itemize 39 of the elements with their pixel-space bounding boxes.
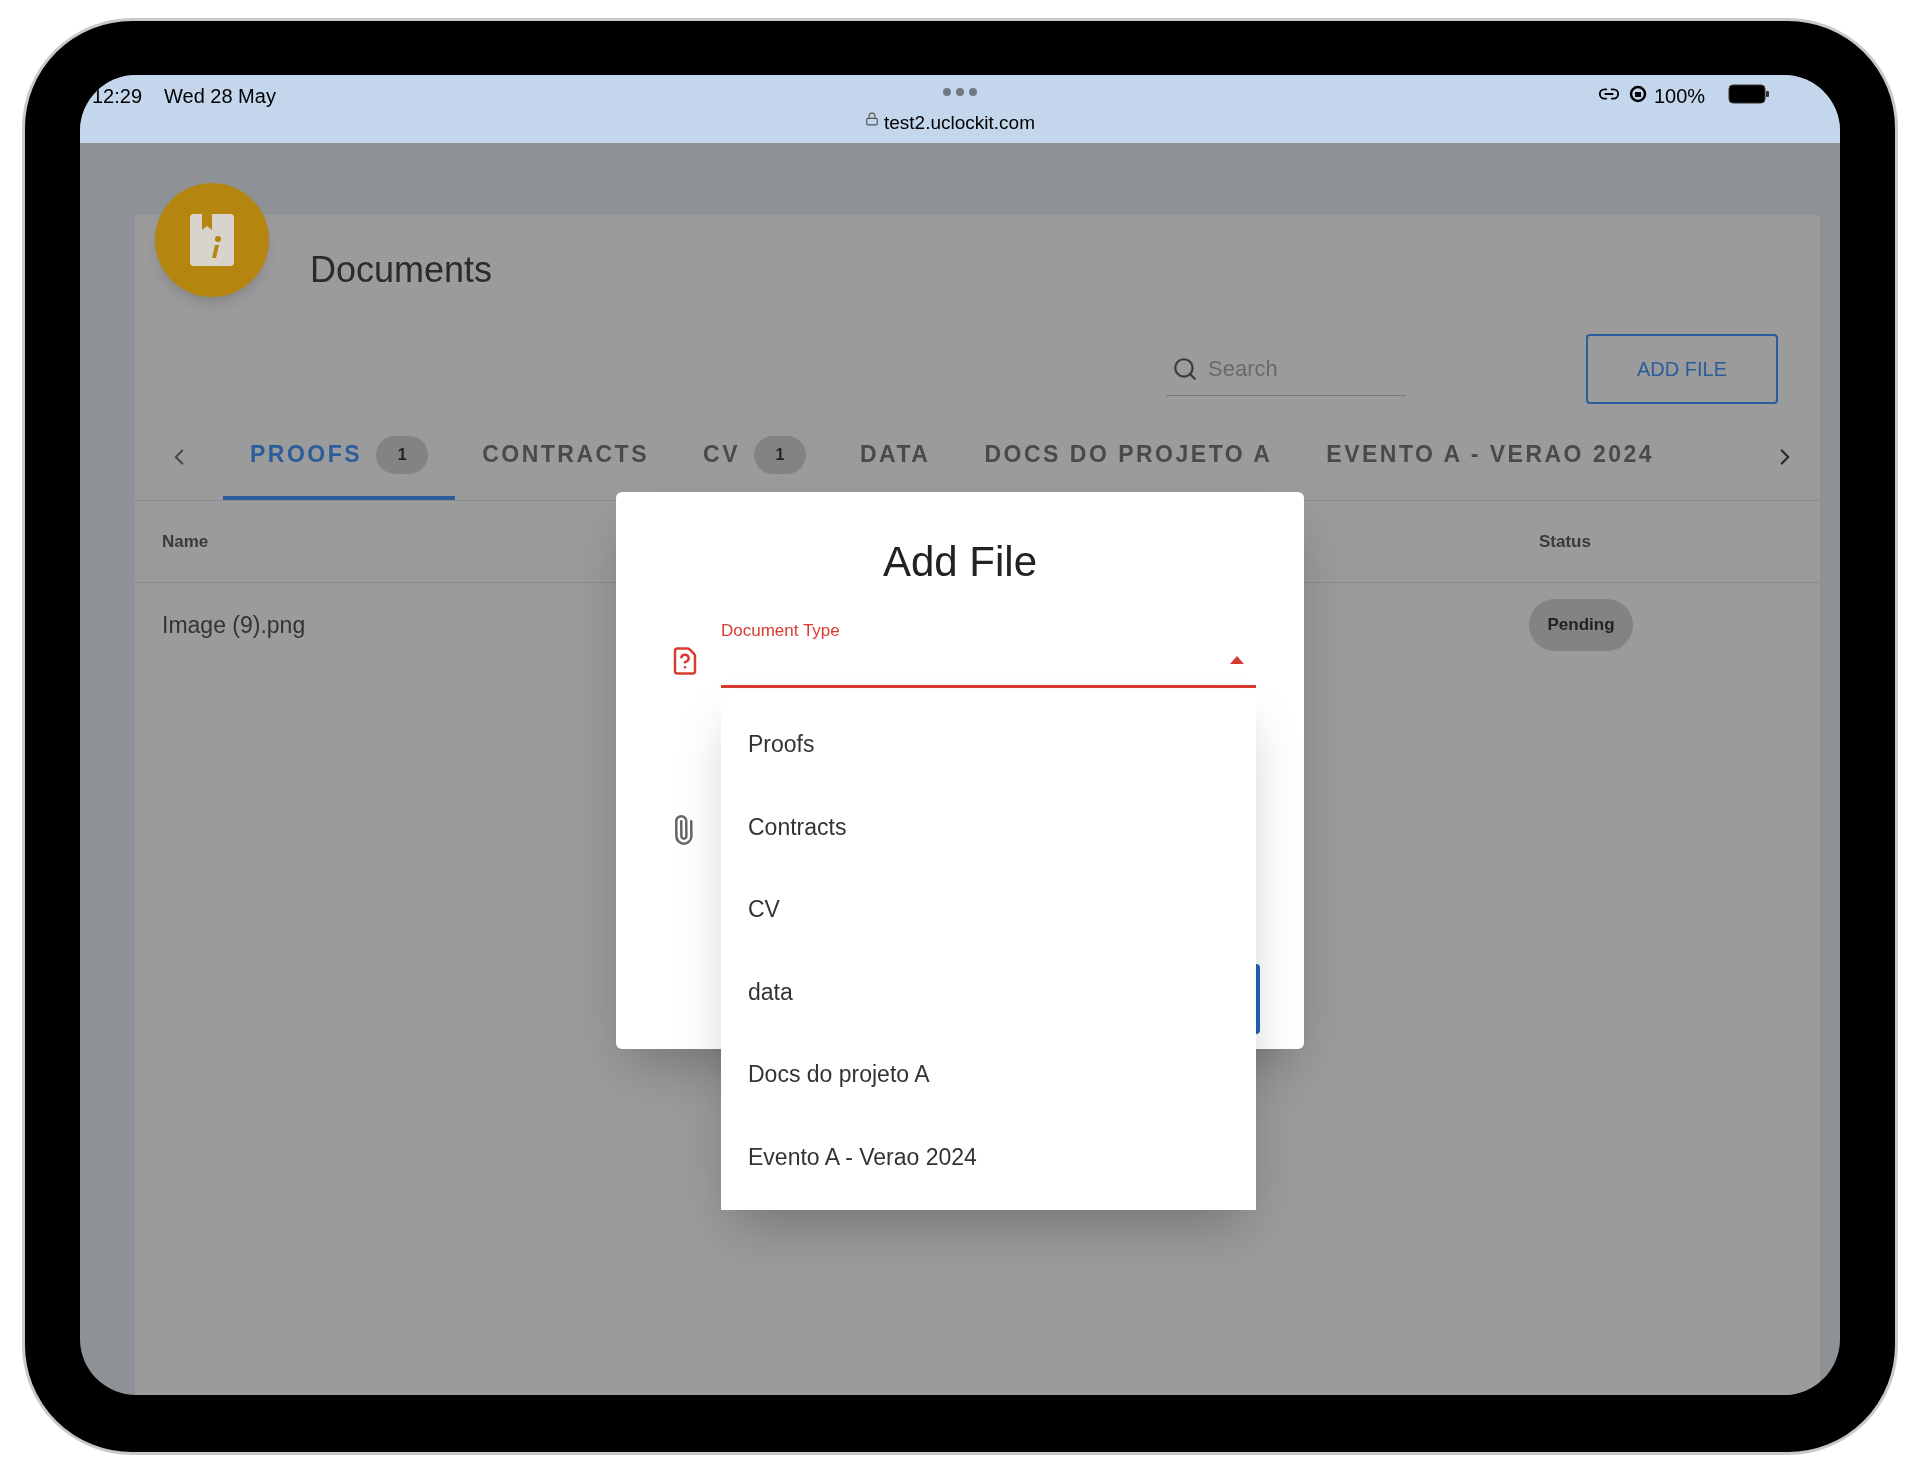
tab-count: 1 xyxy=(753,435,806,474)
tab[interactable]: PROOFS 1 xyxy=(223,413,456,500)
menu-item[interactable]: data xyxy=(721,950,1256,1033)
url-text[interactable]: test2.uclockit.com xyxy=(884,109,1035,138)
menu-item[interactable]: Evento A - Verao 2024 xyxy=(721,1115,1256,1198)
tab-label: EVENTO A - VERAO 2024 xyxy=(1326,440,1655,470)
table-cell: Image (9).png xyxy=(162,611,306,638)
column-header: Status xyxy=(1539,530,1592,553)
tab-count: 1 xyxy=(376,435,429,474)
page-title: Documents xyxy=(310,249,493,290)
menu-item[interactable]: Contracts xyxy=(721,785,1256,868)
status-chip: Pending xyxy=(1529,599,1633,651)
document-type-select[interactable]: Document Type xyxy=(721,614,1256,688)
tab-label: CONTRACTS xyxy=(482,440,649,470)
add-file-button[interactable]: ADD FILE xyxy=(1586,334,1778,404)
tab[interactable]: EVENTO A - VERAO 2024 xyxy=(1299,413,1682,500)
status-date: Wed 28 May xyxy=(164,84,276,109)
tab[interactable]: DATA xyxy=(832,413,958,500)
menu-item[interactable]: CV xyxy=(721,868,1256,951)
tab-label: DATA xyxy=(859,440,931,470)
tab-label: CV xyxy=(703,440,740,470)
field-label: Document Type xyxy=(721,620,840,642)
status-time: 12:29 xyxy=(92,84,143,109)
rotation-lock-icon xyxy=(1628,84,1648,104)
battery-percent: 100% xyxy=(1654,84,1706,109)
tab[interactable]: DOCS DO PROJETO A xyxy=(957,413,1300,500)
dialog-title: Add File xyxy=(882,537,1038,587)
search-icon xyxy=(1172,355,1198,382)
menu-item[interactable]: Docs do projeto A xyxy=(721,1033,1256,1116)
menu-item[interactable]: Proofs xyxy=(721,703,1256,786)
tab[interactable]: CONTRACTS xyxy=(455,413,676,500)
more-icon[interactable] xyxy=(942,87,978,97)
battery-icon xyxy=(1728,84,1770,104)
document-info-icon xyxy=(190,214,234,266)
lock-icon xyxy=(865,111,879,127)
tab-label: PROOFS xyxy=(250,440,363,470)
column-header: Name xyxy=(162,531,209,551)
tab-label: DOCS DO PROJETO A xyxy=(984,440,1273,470)
caret-icon xyxy=(1230,656,1244,664)
